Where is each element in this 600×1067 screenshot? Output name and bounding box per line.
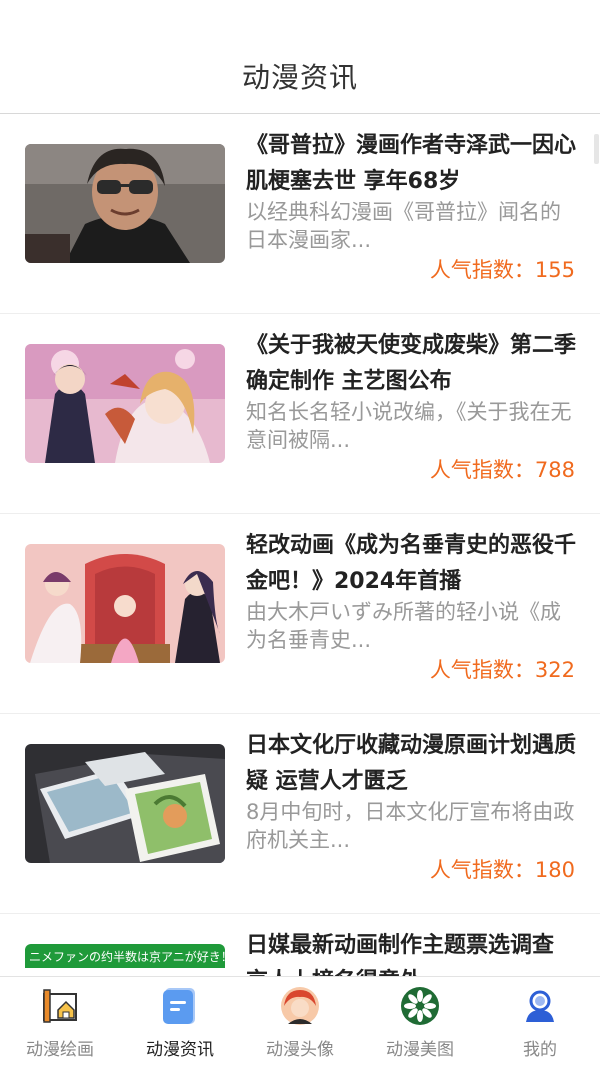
thumbnail-caption: ニメファンの约半数は京アニが好き！ — [29, 949, 225, 964]
popularity-label: 人气指数： — [429, 258, 535, 282]
user-profile-icon — [520, 986, 560, 1026]
news-thumbnail[interactable] — [25, 144, 225, 263]
tab-label: 动漫头像 — [266, 1040, 334, 1060]
tab-avatar[interactable]: 动漫头像 — [240, 977, 360, 1067]
news-thumbnail[interactable] — [25, 744, 225, 863]
popularity-label: 人气指数： — [429, 458, 535, 482]
popularity-index: 人气指数：180 — [430, 854, 575, 884]
news-summary: 以经典科幻漫画《哥普拉》闻名的日本漫画家... — [246, 200, 561, 252]
scrollbar[interactable] — [594, 134, 599, 164]
page-title: 动漫资讯 — [241, 61, 358, 94]
news-document-icon — [160, 986, 200, 1026]
flower-badge-icon — [400, 986, 440, 1026]
tab-news[interactable]: 动漫资讯 — [120, 977, 240, 1067]
tab-drawing[interactable]: 动漫绘画 — [0, 977, 120, 1067]
news-title[interactable]: 《关于我被天使变成废柴》第二季确定制作 主艺图公布 — [246, 328, 576, 400]
tab-gallery[interactable]: 动漫美图 — [360, 977, 480, 1067]
news-item[interactable]: 轻改动画《成为名垂青史的恶役千金吧！》2024年首播 由大木戸いずみ所著的轻小说… — [0, 514, 600, 714]
news-thumbnail[interactable] — [25, 544, 225, 663]
popularity-index: 人气指数：788 — [430, 454, 575, 484]
news-thumbnail[interactable] — [25, 344, 225, 463]
tab-profile[interactable]: 我的 — [480, 977, 600, 1067]
tab-label: 我的 — [523, 1040, 557, 1060]
news-item[interactable]: 《哥普拉》漫画作者寺泽武一因心肌梗塞去世 享年68岁 以经典科幻漫画《哥普拉》闻… — [0, 114, 600, 314]
tab-label: 动漫美图 — [386, 1040, 454, 1060]
popularity-index: 人气指数：322 — [430, 654, 575, 684]
news-title[interactable]: 日媒最新动画制作主题票选调查 京人上榜名得意外 — [246, 928, 576, 976]
news-list[interactable]: 《哥普拉》漫画作者寺泽武一因心肌梗塞去世 享年68岁 以经典科幻漫画《哥普拉》闻… — [0, 114, 600, 976]
popularity-value: 322 — [534, 658, 575, 682]
app-header: 动漫资讯 — [0, 0, 600, 114]
news-title[interactable]: 轻改动画《成为名垂青史的恶役千金吧！》2024年首播 — [246, 528, 576, 600]
bottom-tab-bar: 动漫绘画 动漫资讯 动漫头像 动漫美图 我的 — [0, 976, 600, 1066]
popularity-value: 155 — [534, 258, 575, 282]
popularity-label: 人气指数： — [429, 658, 535, 682]
news-thumbnail[interactable]: ニメファンの约半数は京アニが好き！ — [25, 944, 225, 976]
news-title[interactable]: 日本文化厅收藏动漫原画计划遇质疑 运营人才匮乏 — [246, 728, 576, 800]
news-title[interactable]: 《哥普拉》漫画作者寺泽武一因心肌梗塞去世 享年68岁 — [246, 128, 576, 200]
news-summary: 知名长名轻小说改编，《关于我在无意间被隔... — [246, 400, 572, 452]
news-item[interactable]: 《关于我被天使变成废柴》第二季确定制作 主艺图公布 知名长名轻小说改编，《关于我… — [0, 314, 600, 514]
avatar-face-icon — [280, 986, 320, 1026]
popularity-label: 人气指数： — [429, 858, 535, 882]
tab-label: 动漫绘画 — [26, 1040, 94, 1060]
popularity-value: 788 — [534, 458, 575, 482]
tab-label: 动漫资讯 — [146, 1040, 214, 1060]
popularity-value: 180 — [534, 858, 575, 882]
news-item[interactable]: 日本文化厅收藏动漫原画计划遇质疑 运营人才匮乏 8月中旬时，日本文化厅宣布将由政… — [0, 714, 600, 914]
news-summary: 由大木戸いずみ所著的轻小说《成为名垂青史... — [246, 600, 561, 652]
popularity-index: 人气指数：155 — [430, 254, 575, 284]
news-summary: 8月中旬时，日本文化厅宣布将由政府机关主... — [246, 800, 575, 852]
drawing-board-icon — [40, 986, 80, 1026]
news-item[interactable]: ニメファンの约半数は京アニが好き！ 日媒最新动画制作主题票选调查 京人上榜名得意… — [0, 914, 600, 976]
